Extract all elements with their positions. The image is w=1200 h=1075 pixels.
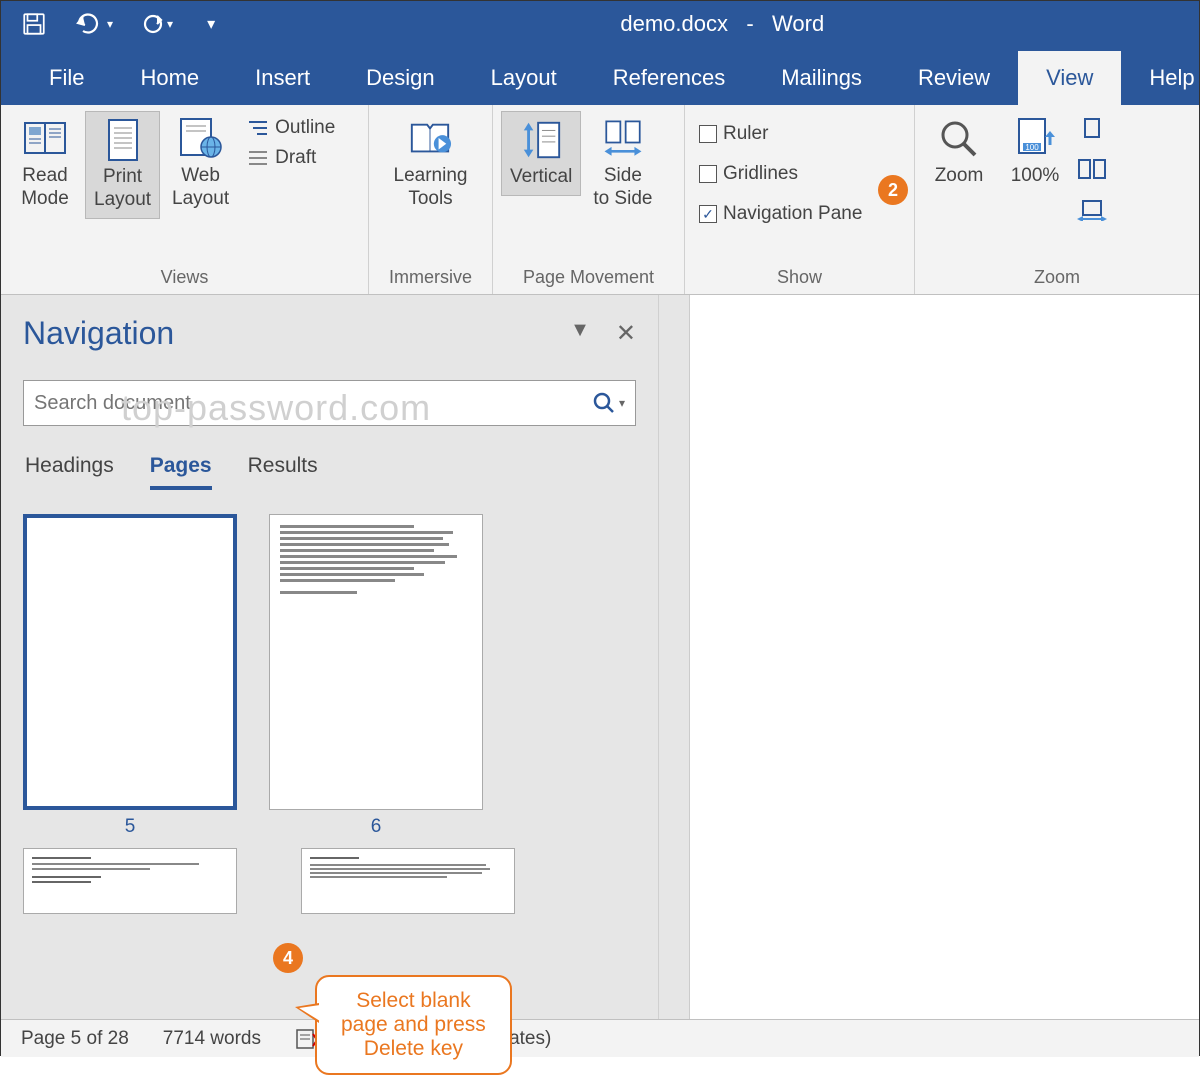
vertical-icon xyxy=(519,118,563,162)
search-icon[interactable]: ▾ xyxy=(593,392,625,414)
thumb-number: 6 xyxy=(371,816,382,838)
save-icon[interactable] xyxy=(21,11,47,37)
page-thumbnail-6[interactable] xyxy=(269,514,483,810)
web-layout-icon xyxy=(179,117,223,161)
page-thumbnail-5[interactable] xyxy=(23,514,237,810)
outline-icon xyxy=(247,118,269,138)
callout: Select blank page and press Delete key xyxy=(315,975,512,1075)
read-mode-icon xyxy=(23,117,67,161)
side-to-side-button[interactable]: Side to Side xyxy=(585,111,660,217)
badge-4: 4 xyxy=(273,943,303,973)
app-name: Word xyxy=(772,11,824,36)
checkbox-icon xyxy=(699,165,717,183)
qat-customize-icon[interactable]: ▾ xyxy=(207,14,215,34)
multi-page-icon[interactable] xyxy=(1077,158,1107,185)
checkbox-checked-icon: ✓ xyxy=(699,205,717,223)
hundred-icon: 100 xyxy=(1013,117,1057,161)
group-show: Ruler Gridlines ✓ Navigation Pane 2 Show xyxy=(685,105,915,294)
group-views-label: Views xyxy=(9,263,360,294)
window-title: demo.docx - Word xyxy=(620,11,824,37)
read-mode-label: Read Mode xyxy=(21,165,69,211)
side-to-side-icon xyxy=(601,117,645,161)
undo-icon[interactable]: ▾ xyxy=(75,13,113,35)
navigation-pane: top-password.com Navigation ▼ ✕ ▾ Headin… xyxy=(1,295,659,1019)
learning-tools-button[interactable]: Learning Tools xyxy=(386,111,476,217)
vertical-button[interactable]: Vertical xyxy=(501,111,581,196)
group-zoom: Zoom 100 100% Zoom xyxy=(915,105,1199,294)
ribbon: Read Mode Print Layout Web Layout Outlin… xyxy=(1,105,1199,295)
tab-layout[interactable]: Layout xyxy=(463,51,585,105)
nav-close-icon[interactable]: ✕ xyxy=(616,319,636,348)
one-page-icon[interactable] xyxy=(1077,117,1107,144)
zoom-label: Zoom xyxy=(935,165,984,188)
group-immersive: Learning Tools Immersive xyxy=(369,105,493,294)
content-area: top-password.com Navigation ▼ ✕ ▾ Headin… xyxy=(1,295,1199,1019)
thumb-number: 5 xyxy=(125,816,136,838)
draft-button[interactable]: Draft xyxy=(243,145,339,171)
page-width-icon[interactable] xyxy=(1077,199,1107,226)
group-zoom-label: Zoom xyxy=(923,263,1191,294)
nav-dropdown-icon[interactable]: ▼ xyxy=(570,319,590,348)
group-page-movement-label: Page Movement xyxy=(501,263,676,294)
tab-pages[interactable]: Pages xyxy=(150,454,212,490)
search-input[interactable] xyxy=(34,392,593,415)
vertical-label: Vertical xyxy=(510,166,572,189)
page-thumbnail-7[interactable] xyxy=(23,848,237,914)
tab-mailings[interactable]: Mailings xyxy=(753,51,890,105)
web-layout-button[interactable]: Web Layout xyxy=(164,111,237,217)
tab-home[interactable]: Home xyxy=(112,51,227,105)
status-words[interactable]: 7714 words xyxy=(163,1028,261,1050)
hundred-percent-button[interactable]: 100 100% xyxy=(999,111,1071,194)
tab-insert[interactable]: Insert xyxy=(227,51,338,105)
read-mode-button[interactable]: Read Mode xyxy=(9,111,81,217)
tab-references[interactable]: References xyxy=(585,51,754,105)
group-page-movement: Vertical Side to Side Page Movement xyxy=(493,105,685,294)
draft-icon xyxy=(247,148,269,168)
learning-tools-label: Learning Tools xyxy=(394,165,468,211)
zoom-button[interactable]: Zoom xyxy=(923,111,995,194)
hundred-label: 100% xyxy=(1011,165,1060,188)
tab-file[interactable]: File xyxy=(21,51,112,105)
side-to-side-label: Side to Side xyxy=(593,165,652,211)
document-name: demo.docx xyxy=(620,11,728,36)
document-page[interactable] xyxy=(689,295,1199,1019)
outline-button[interactable]: Outline xyxy=(243,115,339,141)
gridlines-checkbox[interactable]: Gridlines xyxy=(695,161,866,187)
print-layout-label: Print Layout xyxy=(94,166,151,212)
tab-view[interactable]: View xyxy=(1018,51,1121,105)
group-show-label: Show xyxy=(693,263,906,294)
print-layout-button[interactable]: Print Layout xyxy=(85,111,160,219)
status-bar: Page 5 of 28 7714 words English (United … xyxy=(1,1019,1199,1057)
page-thumbnail-8[interactable] xyxy=(301,848,515,914)
web-layout-label: Web Layout xyxy=(172,165,229,211)
learning-tools-icon xyxy=(408,117,452,161)
redo-icon[interactable]: ▾ xyxy=(141,12,173,36)
checkbox-icon xyxy=(699,125,717,143)
badge-2: 2 xyxy=(878,175,908,205)
group-views: Read Mode Print Layout Web Layout Outlin… xyxy=(1,105,369,294)
title-bar: ▾ ▾ ▾ demo.docx - Word xyxy=(1,1,1199,47)
tab-help[interactable]: Help xyxy=(1121,51,1200,105)
ruler-checkbox[interactable]: Ruler xyxy=(695,121,866,147)
tab-results[interactable]: Results xyxy=(248,454,318,490)
print-layout-icon xyxy=(101,118,145,162)
navigation-pane-checkbox[interactable]: ✓ Navigation Pane xyxy=(695,201,866,227)
quick-access-toolbar: ▾ ▾ ▾ xyxy=(21,11,215,37)
thumbnails: 5 6 xyxy=(23,514,636,999)
zoom-icon xyxy=(937,117,981,161)
svg-text:100: 100 xyxy=(1025,143,1039,152)
document-area xyxy=(659,295,1199,1019)
status-page[interactable]: Page 5 of 28 xyxy=(21,1028,129,1050)
ribbon-tabs: File Home Insert Design Layout Reference… xyxy=(1,47,1199,105)
navigation-title: Navigation xyxy=(23,315,570,352)
tab-headings[interactable]: Headings xyxy=(25,454,114,490)
nav-tabs: Headings Pages Results xyxy=(23,454,636,490)
search-box[interactable]: ▾ xyxy=(23,380,636,426)
tab-review[interactable]: Review xyxy=(890,51,1018,105)
callout-text: Select blank page and press Delete key xyxy=(341,989,486,1061)
tab-design[interactable]: Design xyxy=(338,51,462,105)
group-immersive-label: Immersive xyxy=(377,263,484,294)
